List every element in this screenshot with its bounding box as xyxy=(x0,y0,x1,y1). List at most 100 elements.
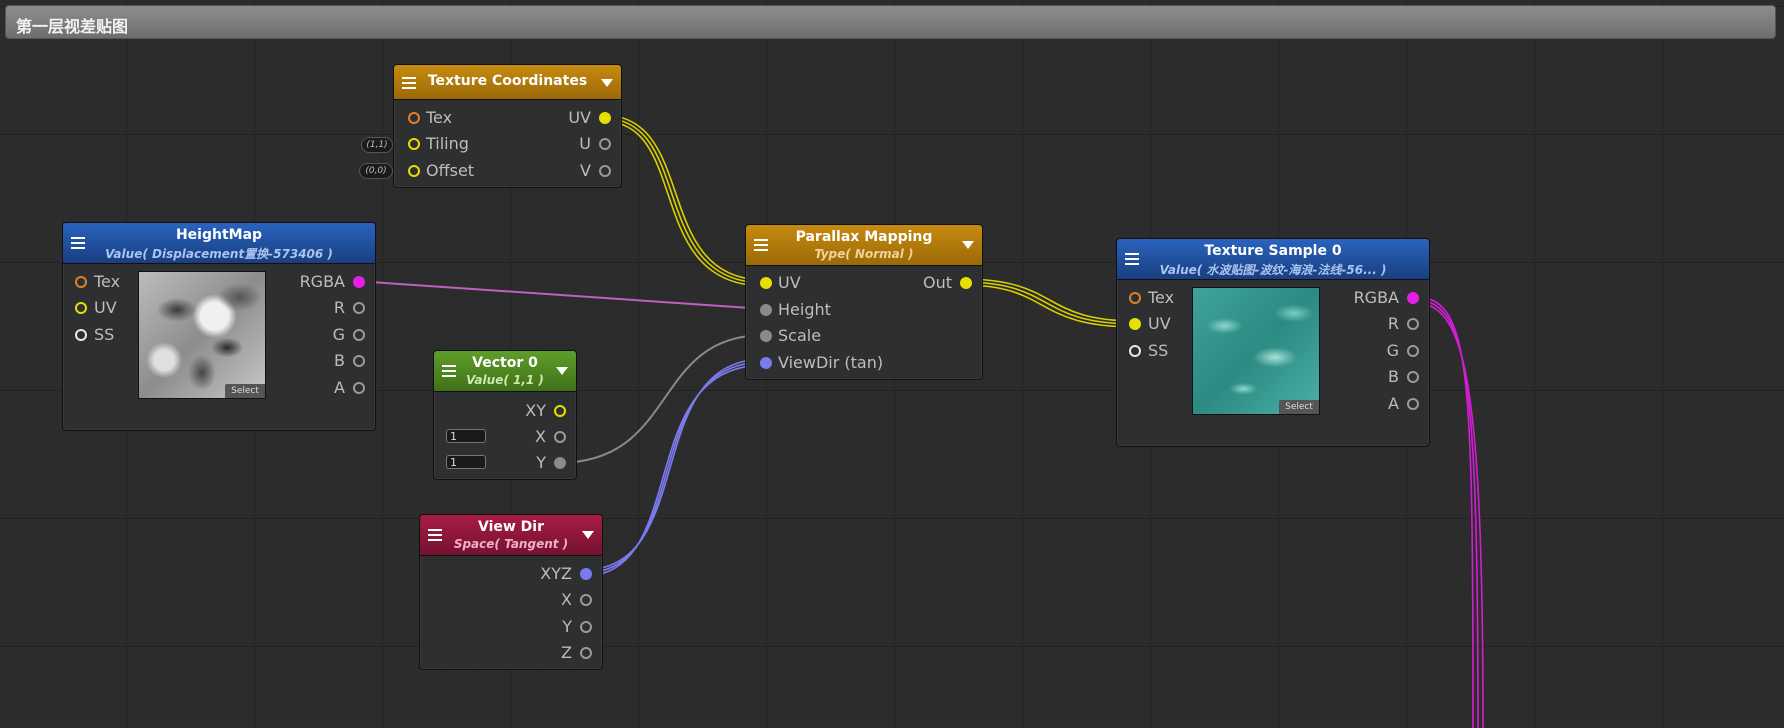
node-subtitle: Value( Displacement置换-573406 ) xyxy=(105,247,333,261)
output-label: Y xyxy=(536,453,546,472)
port-out[interactable] xyxy=(960,277,972,289)
output-label: B xyxy=(1388,367,1399,386)
output-label: G xyxy=(332,325,345,344)
port-rgba-out[interactable] xyxy=(1407,292,1419,304)
port-a-out[interactable] xyxy=(353,382,365,394)
input-label: Tex xyxy=(94,272,121,291)
output-label: UV xyxy=(568,108,591,127)
texture-preview-water[interactable]: Select xyxy=(1192,287,1320,415)
output-label: RGBA xyxy=(1353,288,1399,307)
output-label: A xyxy=(334,378,345,397)
chevron-down-icon[interactable] xyxy=(962,241,974,249)
output-label: B xyxy=(334,351,345,370)
port-height-in[interactable] xyxy=(760,304,772,316)
node-vector0[interactable]: Vector 0 Value( 1,1 ) XY 1 X 1 Y xyxy=(433,350,577,480)
tiling-default-pill[interactable]: (1,1) xyxy=(361,137,393,153)
chevron-down-icon[interactable] xyxy=(582,531,594,539)
port-r-out[interactable] xyxy=(353,302,365,314)
port-y-out[interactable] xyxy=(580,621,592,633)
select-button[interactable]: Select xyxy=(225,384,265,398)
port-b-out[interactable] xyxy=(1407,371,1419,383)
port-uv[interactable] xyxy=(1129,318,1141,330)
input-label: UV xyxy=(778,273,801,292)
node-header[interactable]: HeightMap Value( Displacement置换-573406 ) xyxy=(63,223,375,264)
port-uv[interactable] xyxy=(75,302,87,314)
node-title: View Dir xyxy=(477,519,544,535)
node-parallax-mapping[interactable]: Parallax Mapping Type( Normal ) UV Heigh… xyxy=(745,224,983,380)
node-heightmap[interactable]: HeightMap Value( Displacement置换-573406 )… xyxy=(62,222,376,431)
node-header[interactable]: Vector 0 Value( 1,1 ) xyxy=(434,351,576,392)
node-texture-sample-0[interactable]: Texture Sample 0 Value( 水波贴图-波纹-海浪-法线-56… xyxy=(1116,238,1430,447)
node-subtitle: Value( 1,1 ) xyxy=(466,373,544,387)
input-label: Offset xyxy=(426,161,475,180)
node-title: HeightMap xyxy=(175,227,263,243)
input-label: UV xyxy=(1148,314,1171,333)
input-label: UV xyxy=(94,298,117,317)
input-label: SS xyxy=(1148,341,1169,360)
output-label: RGBA xyxy=(299,272,345,291)
port-r-out[interactable] xyxy=(1407,318,1419,330)
node-texture-coordinates[interactable]: Texture Coordinates Tex Tiling Offset UV… xyxy=(393,64,622,188)
node-title: Vector 0 xyxy=(472,355,538,371)
input-label: Height xyxy=(778,300,831,319)
output-label: Y xyxy=(562,617,572,636)
port-u-out[interactable] xyxy=(599,138,611,150)
port-viewdir-in[interactable] xyxy=(760,357,772,369)
port-offset[interactable] xyxy=(408,165,420,177)
texture-preview-heightmap[interactable]: Select xyxy=(138,271,266,399)
port-z-out[interactable] xyxy=(580,647,592,659)
port-tex[interactable] xyxy=(75,276,87,288)
port-a-out[interactable] xyxy=(1407,398,1419,410)
port-b-out[interactable] xyxy=(353,355,365,367)
port-rgba-out[interactable] xyxy=(353,276,365,288)
node-subtitle: Value( 水波贴图-波纹-海浪-法线-56... ) xyxy=(1159,263,1387,277)
port-g-out[interactable] xyxy=(353,329,365,341)
port-y-out[interactable] xyxy=(554,457,566,469)
graph-title-bar: 第一层视差贴图 xyxy=(5,5,1776,39)
port-ss[interactable] xyxy=(75,329,87,341)
port-tiling[interactable] xyxy=(408,138,420,150)
wire-viewdir-to-parallax[interactable] xyxy=(582,358,766,571)
output-label: Out xyxy=(922,273,952,292)
wire-vector-to-scale[interactable] xyxy=(556,334,766,464)
select-button[interactable]: Select xyxy=(1279,400,1319,414)
node-header[interactable]: View Dir Space( Tangent ) xyxy=(420,515,602,556)
x-value-field[interactable]: 1 xyxy=(446,429,486,443)
port-tex[interactable] xyxy=(1129,292,1141,304)
output-label: XYZ xyxy=(540,564,572,583)
output-label: V xyxy=(580,161,591,180)
output-label: X xyxy=(561,590,572,609)
port-g-out[interactable] xyxy=(1407,345,1419,357)
node-header[interactable]: Texture Coordinates xyxy=(394,65,621,100)
input-label: Tex xyxy=(1148,288,1175,307)
port-uv-out[interactable] xyxy=(599,112,611,124)
port-x-out[interactable] xyxy=(554,431,566,443)
output-label: G xyxy=(1386,341,1399,360)
chevron-down-icon[interactable] xyxy=(601,79,613,87)
port-scale-in[interactable] xyxy=(760,330,772,342)
wire-parallax-to-texsample[interactable] xyxy=(961,278,1136,322)
port-ss[interactable] xyxy=(1129,345,1141,357)
port-xy-out[interactable] xyxy=(554,405,566,417)
port-xyz-out[interactable] xyxy=(580,568,592,580)
node-header[interactable]: Texture Sample 0 Value( 水波贴图-波纹-海浪-法线-56… xyxy=(1117,239,1429,280)
port-v-out[interactable] xyxy=(599,165,611,177)
output-label: XY xyxy=(525,401,546,420)
input-label: SS xyxy=(94,325,115,344)
node-title: Texture Sample 0 xyxy=(1204,243,1342,259)
output-label: A xyxy=(1388,394,1399,413)
node-header[interactable]: Parallax Mapping Type( Normal ) xyxy=(746,225,982,266)
node-view-dir[interactable]: View Dir Space( Tangent ) XYZ X Y Z xyxy=(419,514,603,670)
offset-default-pill[interactable]: (0,0) xyxy=(359,163,393,179)
y-value-field[interactable]: 1 xyxy=(446,455,486,469)
node-title: Texture Coordinates xyxy=(427,73,588,89)
chevron-down-icon[interactable] xyxy=(556,367,568,375)
wire-uv-to-parallax[interactable] xyxy=(601,114,766,281)
port-tex[interactable] xyxy=(408,112,420,124)
port-uv-in[interactable] xyxy=(760,277,772,289)
wire-heightmap-to-height[interactable] xyxy=(355,280,766,310)
node-subtitle: Space( Tangent ) xyxy=(453,537,569,551)
port-x-out[interactable] xyxy=(580,594,592,606)
node-title: Parallax Mapping xyxy=(795,229,933,245)
graph-title: 第一层视差贴图 xyxy=(16,17,129,36)
